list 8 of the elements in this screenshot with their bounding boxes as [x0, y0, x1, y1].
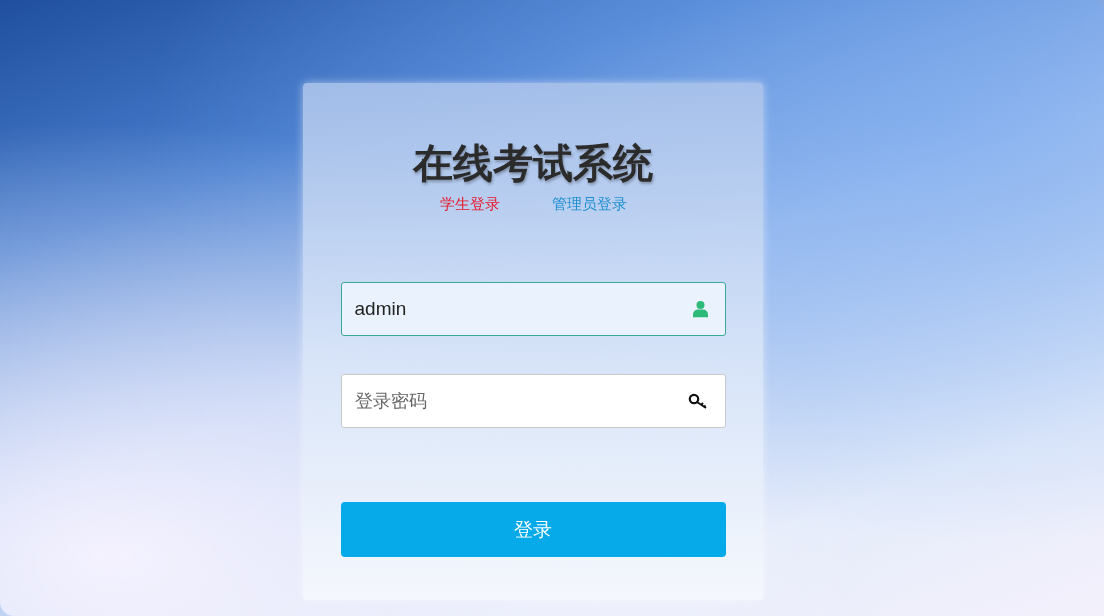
login-link[interactable]: 管理员登录 — [551, 193, 627, 216]
key-icon — [687, 392, 708, 409]
login-link[interactable]: 学生登录 — [439, 193, 500, 216]
password-field[interactable]: 登录密码 — [340, 373, 726, 428]
user-icon — [692, 300, 708, 317]
login-button[interactable]: 登录 — [340, 501, 726, 557]
page-title: 在线考试系统 — [413, 141, 653, 185]
username-field[interactable]: admin — [340, 281, 726, 336]
